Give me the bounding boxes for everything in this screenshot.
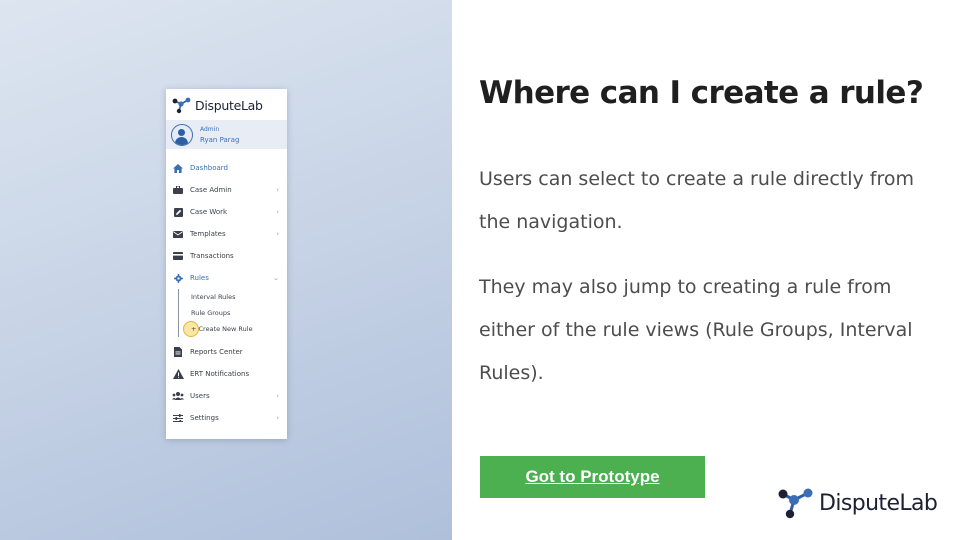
rules-submenu: Interval Rules Rule Groups + Create New … (178, 289, 287, 337)
chevron-down-icon: ⌄ (273, 274, 279, 282)
sidebar-item-label: ERT Notifications (190, 370, 250, 378)
dispute-lab-brand-icon (778, 488, 813, 519)
home-icon (172, 163, 184, 173)
description-paragraph-1: Users can select to create a rule direct… (479, 168, 915, 233)
nav-list: Dashboard Case Admin › Case Work › Templ… (166, 157, 287, 429)
file-icon (172, 347, 184, 357)
sidebar-item-label: Transactions (190, 252, 234, 260)
sidebar-item-users[interactable]: Users › (166, 385, 287, 407)
nav-logo[interactable]: DisputeLab (172, 96, 263, 114)
submenu-item-interval-rules[interactable]: Interval Rules (191, 289, 287, 305)
sidebar-item-templates[interactable]: Templates › (166, 223, 287, 245)
edit-icon (172, 207, 184, 217)
nav-logo-text: DisputeLab (195, 97, 263, 113)
credit-card-icon (172, 252, 184, 260)
sidebar-item-label: Case Work (190, 208, 228, 216)
sidebar-item-label: Templates (190, 230, 226, 238)
sidebar-item-label: Users (190, 392, 210, 400)
description-paragraph-2: They may also jump to creating a rule fr… (479, 276, 913, 384)
warning-icon (172, 369, 184, 379)
dispute-lab-logo-icon (172, 97, 191, 114)
sidebar-item-label: Reports Center (190, 348, 243, 356)
sidebar-item-label: Case Admin (190, 186, 232, 194)
sidebar-item-dashboard[interactable]: Dashboard (166, 157, 287, 179)
avatar (171, 123, 193, 146)
envelope-icon (172, 230, 184, 238)
sidebar-item-label: Settings (190, 414, 219, 422)
submenu-item-create-new-rule[interactable]: + Create New Rule (183, 321, 287, 337)
sidebar-item-case-admin[interactable]: Case Admin › (166, 179, 287, 201)
sliders-icon (172, 414, 184, 422)
sidebar-item-label: Dashboard (190, 164, 228, 172)
sidebar-item-rules[interactable]: Rules ⌄ (166, 267, 287, 289)
user-role: Admin (200, 125, 220, 133)
chevron-right-icon: › (276, 414, 279, 422)
gear-icon (172, 273, 184, 283)
navigation-mockup: DisputeLab Admin Ryan Parag Dashboard Ca… (166, 89, 287, 439)
sidebar-item-label: Rules (190, 274, 209, 282)
brand-text: DisputeLab (819, 490, 938, 516)
chevron-right-icon: › (276, 208, 279, 216)
chevron-right-icon: › (276, 230, 279, 238)
user-name: Ryan Parag (200, 135, 240, 144)
users-icon (172, 392, 184, 400)
submenu-item-rule-groups[interactable]: Rule Groups (191, 305, 287, 321)
left-background-panel: DisputeLab Admin Ryan Parag Dashboard Ca… (0, 0, 452, 540)
sidebar-item-transactions[interactable]: Transactions (166, 245, 287, 267)
sidebar-item-case-work[interactable]: Case Work › (166, 201, 287, 223)
brand-logo: DisputeLab (777, 485, 938, 521)
chevron-right-icon: › (276, 186, 279, 194)
sidebar-item-settings[interactable]: Settings › (166, 407, 287, 429)
sidebar-item-ert-notifications[interactable]: ERT Notifications (166, 363, 287, 385)
page-title: Where can I create a rule? (479, 75, 924, 111)
chevron-right-icon: › (276, 392, 279, 400)
briefcase-icon (172, 186, 184, 194)
sidebar-item-reports-center[interactable]: Reports Center (166, 341, 287, 363)
go-to-prototype-button[interactable]: Got to Prototype (480, 456, 705, 498)
user-profile[interactable]: Admin Ryan Parag (166, 120, 287, 149)
